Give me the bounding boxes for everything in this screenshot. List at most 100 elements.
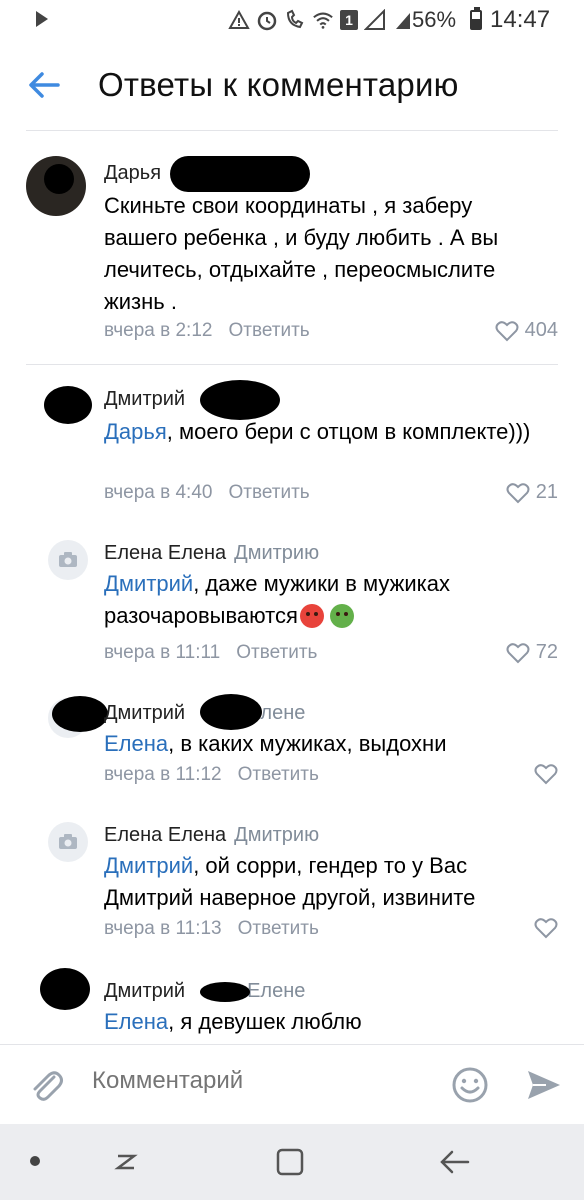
page-title: Ответы к комментарию (98, 66, 459, 103)
wifi-icon (312, 9, 334, 31)
alarm-icon (256, 9, 278, 31)
mention-link[interactable]: Дарья (104, 419, 167, 444)
author-name[interactable]: Дмитрий (104, 388, 185, 410)
comment-item: Елена Елена Дмитрию Дмитрий, ой сорри, ге… (0, 820, 584, 950)
camera-icon (59, 552, 77, 567)
author-name[interactable]: Елена Елена (104, 542, 226, 564)
like-count: 72 (535, 641, 558, 663)
author-name[interactable]: Елена Елена (104, 824, 226, 846)
mention-link[interactable]: Елена (104, 1009, 168, 1034)
mention-link[interactable]: Елена (104, 731, 168, 756)
like-button[interactable]: 21 (506, 481, 558, 504)
author-name[interactable]: Дмитрий (104, 980, 185, 1002)
reply-to[interactable]: Елене (247, 980, 305, 1002)
comment-text: Елена, в каких мужиках, выдохни (104, 728, 544, 760)
like-button[interactable] (534, 763, 558, 785)
warning-icon (228, 9, 250, 31)
comment-author[interactable]: Дарья (104, 162, 161, 185)
play-icon (36, 11, 48, 27)
like-count: 21 (535, 481, 558, 503)
header: Ответы к комментарию (0, 40, 584, 130)
comment-input[interactable] (92, 1067, 422, 1095)
reply-to[interactable]: Дмитрию (234, 824, 319, 846)
back-button[interactable] (24, 68, 64, 102)
heart-icon (534, 918, 558, 939)
angry-face-emoji (299, 604, 324, 628)
reply-button[interactable]: Ответить (238, 918, 319, 939)
comment-text: Дмитрий, даже мужики в мужиках разочаров… (104, 568, 544, 632)
avatar-redaction[interactable] (40, 968, 90, 1010)
like-count: 404 (524, 319, 558, 341)
comment-text: Елена, я девушек люблю (104, 1006, 544, 1038)
heart-icon (506, 482, 530, 503)
sim-icon: 1 (340, 10, 358, 30)
avatar[interactable] (48, 822, 88, 862)
reply-button[interactable]: Ответить (236, 642, 317, 663)
home-button[interactable] (272, 1146, 308, 1178)
system-nav-bar (0, 1124, 584, 1200)
like-button[interactable] (534, 917, 558, 939)
comment-text: Скиньте свои координаты , я заберу вашег… (104, 193, 499, 314)
heart-icon (534, 764, 558, 785)
status-icons: 1 (228, 6, 414, 34)
send-button[interactable] (524, 1065, 564, 1105)
home-icon (276, 1148, 304, 1176)
signal2-icon (392, 9, 414, 31)
comment-item: Дмитрий Елене Елена, в каких мужиках, выд… (0, 694, 584, 794)
back-nav-icon (440, 1150, 470, 1174)
comment-item: Дмитрий Елене Елена, я девушек люблю (0, 968, 584, 1044)
comment-time: вчера в 11:12 (104, 764, 222, 785)
heart-icon (506, 642, 530, 663)
header-divider (26, 130, 558, 131)
comment-meta: вчера в 11:11 Ответить (104, 642, 317, 664)
reply-button[interactable]: Ответить (238, 764, 319, 785)
attach-button[interactable] (26, 1065, 66, 1105)
like-button[interactable]: 72 (506, 641, 558, 664)
reply-to[interactable]: Дмитрию (234, 542, 319, 564)
nav-dot-icon[interactable] (30, 1156, 40, 1166)
comment-author[interactable]: Дмитрий (104, 388, 185, 411)
author-name[interactable]: Дарья (104, 162, 161, 184)
comment-item: Дмитрий Дарья, моего бери с отцом в комп… (0, 380, 584, 520)
status-bar: 1 56% 14:47 (0, 0, 584, 40)
comment-text: Дарья, моего бери с отцом в комплекте))) (104, 416, 544, 448)
paperclip-icon (33, 1071, 63, 1101)
comment-item: Елена Елена Дмитрию Дмитрий, даже мужики … (0, 538, 584, 678)
battery-icon (470, 7, 482, 30)
comment-body: , моего бери с отцом в комплекте))) (166, 419, 531, 444)
sim-badge-text: 1 (345, 12, 353, 28)
clock: 14:47 (490, 6, 551, 33)
author-name[interactable]: Дмитрий (104, 702, 185, 724)
avatar-redaction[interactable] (44, 386, 92, 424)
smiley-icon (452, 1067, 488, 1103)
vowifi-icon (284, 9, 306, 31)
avatar[interactable] (26, 156, 86, 216)
recents-button[interactable] (108, 1146, 144, 1178)
camera-icon (59, 834, 77, 849)
emoji-button[interactable] (450, 1065, 490, 1105)
comment-time: вчера в 11:11 (104, 642, 221, 663)
comment-time: вчера в 2:12 (104, 320, 213, 341)
comment-author: Елена Елена Дмитрию (104, 824, 319, 847)
heart-icon (495, 320, 519, 341)
recents-icon (114, 1154, 138, 1170)
mention-link[interactable]: Дмитрий (104, 853, 193, 878)
avatar[interactable] (48, 540, 88, 580)
arrow-left-icon (29, 72, 60, 98)
signal-icon (364, 9, 386, 31)
back-nav-button[interactable] (436, 1146, 472, 1178)
comment-meta: вчера в 2:12 Ответить (104, 320, 310, 342)
comment-body: , в каких мужиках, выдохни (168, 731, 447, 756)
comment-meta: вчера в 11:12 Ответить (104, 764, 319, 786)
mention-link[interactable]: Дмитрий (104, 571, 193, 596)
reply-button[interactable]: Ответить (228, 482, 309, 503)
divider (26, 364, 558, 365)
comment-time: вчера в 4:40 (104, 482, 213, 503)
comment-composer (0, 1044, 584, 1125)
avatar-redaction (52, 696, 108, 732)
send-icon (528, 1071, 560, 1099)
reply-button[interactable]: Ответить (228, 320, 309, 341)
nauseated-face-emoji (329, 604, 354, 628)
like-button[interactable]: 404 (495, 319, 558, 342)
redaction (200, 694, 262, 730)
